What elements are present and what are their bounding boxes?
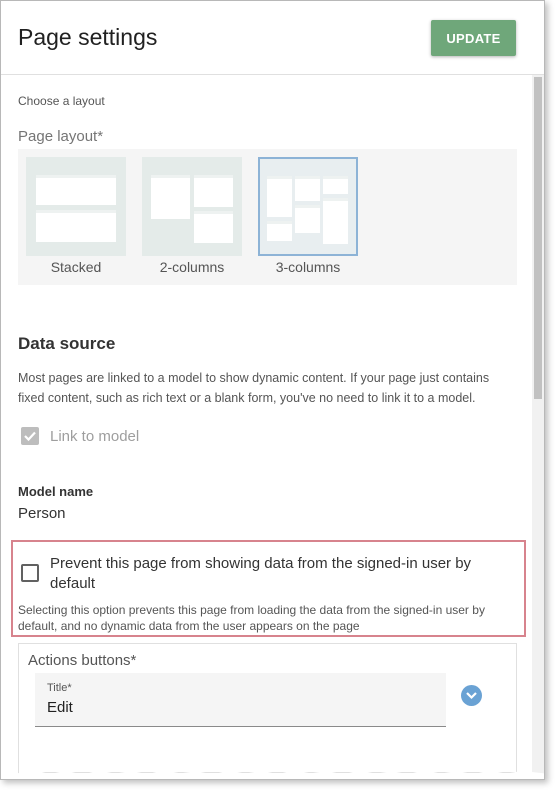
layout-picker: Stacked 2-columns 3-columns xyxy=(18,149,517,285)
checkmark-icon xyxy=(24,431,36,442)
action-title-label: Title* xyxy=(47,682,72,694)
layout-block xyxy=(267,176,292,217)
layout-block xyxy=(36,210,116,242)
layout-block xyxy=(295,205,320,233)
layout-hint: Choose a layout xyxy=(18,94,105,108)
action-title-field[interactable]: Title* Edit xyxy=(35,673,446,727)
prevent-signed-in-data-label[interactable]: Prevent this page from showing data from… xyxy=(50,554,520,594)
link-to-model-checkbox xyxy=(21,427,39,445)
scrollbar-thumb[interactable] xyxy=(534,77,542,399)
update-button[interactable]: UPDATE xyxy=(431,20,516,56)
link-to-model-label: Link to model xyxy=(50,428,140,445)
layout-option-2-columns[interactable] xyxy=(142,157,242,256)
panel-header: Page settings UPDATE xyxy=(1,1,544,75)
layout-block xyxy=(267,221,292,241)
page-settings-panel: Page settings UPDATE Choose a layout Pag… xyxy=(0,0,545,780)
page-title: Page settings xyxy=(18,24,158,50)
layout-block xyxy=(194,211,233,243)
layout-option-label: 2-columns xyxy=(159,259,225,275)
model-name-value: Person xyxy=(18,505,66,522)
actions-buttons-heading: Actions buttons* xyxy=(28,652,137,669)
data-source-description: Most pages are linked to a model to show… xyxy=(18,371,490,405)
vertical-scrollbar[interactable] xyxy=(532,75,544,779)
data-source-heading: Data source xyxy=(18,334,116,353)
layout-block xyxy=(194,175,233,207)
layout-option-label: Stacked xyxy=(50,259,102,275)
chevron-down-glyph xyxy=(466,692,477,700)
layout-block xyxy=(151,175,190,219)
prevent-signed-in-data-description: Selecting this option prevents this page… xyxy=(18,603,485,633)
layout-block xyxy=(323,176,348,194)
prevent-signed-in-data-checkbox[interactable] xyxy=(21,564,39,582)
chevron-down-icon[interactable] xyxy=(461,685,482,706)
layout-option-label: 3-columns xyxy=(275,259,341,275)
action-title-value[interactable]: Edit xyxy=(47,699,73,716)
model-name-label: Model name xyxy=(18,484,94,499)
layout-option-stacked[interactable] xyxy=(26,157,126,256)
layout-option-3-columns[interactable] xyxy=(258,157,358,256)
layout-block xyxy=(295,176,320,201)
layout-label: Page layout* xyxy=(18,128,104,145)
layout-block xyxy=(36,175,116,205)
layout-block xyxy=(323,198,348,244)
